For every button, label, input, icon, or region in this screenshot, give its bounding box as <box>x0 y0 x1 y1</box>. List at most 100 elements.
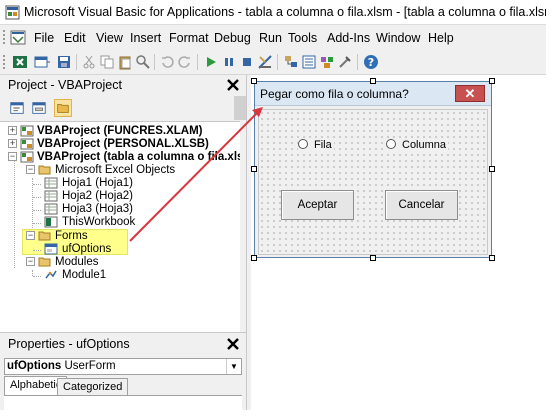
object-browser-icon[interactable] <box>319 54 335 70</box>
properties-grid[interactable] <box>4 395 242 410</box>
folder-open-icon <box>38 231 51 241</box>
tree-project-tabla[interactable]: VBAProject (tabla a columna o fila.xlsm) <box>37 151 240 164</box>
reset-icon[interactable] <box>239 54 255 70</box>
worksheet-icon <box>44 203 58 215</box>
view-object-icon[interactable] <box>30 99 48 117</box>
object-selector[interactable]: ufOptions UserForm ▼ <box>4 358 242 375</box>
toolbar-separator <box>197 54 198 70</box>
option-fila-label: Fila <box>314 139 332 151</box>
tree-sheet-1[interactable]: Hoja1 (Hoja1) <box>62 177 133 190</box>
vba-project-icon <box>20 125 34 137</box>
project-panel-header: Project - VBAProject <box>0 75 246 95</box>
menu-help[interactable]: Help <box>428 31 454 45</box>
close-icon[interactable] <box>224 76 242 94</box>
copy-icon[interactable] <box>99 54 115 70</box>
properties-window-icon[interactable] <box>301 54 317 70</box>
object-name: ufOptions <box>7 360 62 372</box>
collapse-toggle[interactable]: − <box>26 231 35 240</box>
toolbar-grip[interactable] <box>3 55 6 69</box>
toolbar-separator <box>154 54 155 70</box>
menu-run[interactable]: Run <box>259 31 282 45</box>
resize-handle[interactable] <box>489 78 495 84</box>
toolbar-separator <box>357 54 358 70</box>
menu-debug[interactable]: Debug <box>214 31 251 45</box>
tree-module1[interactable]: Module1 <box>62 269 106 282</box>
workbook-icon <box>44 216 58 228</box>
userform-close-button[interactable]: ✕ <box>455 85 485 102</box>
tree-project-funcres[interactable]: VBAProject (FUNCRES.XLAM) <box>37 125 202 138</box>
paste-icon[interactable] <box>117 54 133 70</box>
menubar-grip[interactable] <box>3 30 6 44</box>
undo-icon[interactable] <box>159 54 175 70</box>
project-tree: + VBAProject (FUNCRES.XLAM) + VBAProject… <box>0 121 240 336</box>
tree-sheet-2[interactable]: Hoja2 (Hoja2) <box>62 190 133 203</box>
menu-add-ins[interactable]: Add-Ins <box>327 31 370 45</box>
tree-ufoptions[interactable]: ufOptions <box>62 243 111 256</box>
tree-thisworkbook[interactable]: ThisWorkbook <box>62 216 135 229</box>
resize-handle[interactable] <box>251 166 257 172</box>
resize-handle[interactable] <box>251 78 257 84</box>
expand-toggle[interactable]: + <box>8 139 17 148</box>
toggle-folders-icon[interactable] <box>54 99 72 117</box>
tree-modules[interactable]: Modules <box>55 256 98 269</box>
resize-handle[interactable] <box>370 255 376 261</box>
menu-window[interactable]: Window <box>376 31 420 45</box>
window-title: Microsoft Visual Basic for Applications … <box>24 5 546 19</box>
radio-icon[interactable] <box>298 139 308 149</box>
radio-icon[interactable] <box>386 139 396 149</box>
tree-connector <box>33 184 41 185</box>
resize-handle[interactable] <box>489 166 495 172</box>
tree-project-personal[interactable]: VBAProject (PERSONAL.XLSB) <box>37 138 209 151</box>
userform-window[interactable]: Pegar como fila o columna? ✕ Fila Column… <box>254 81 492 258</box>
menu-tools[interactable]: Tools <box>288 31 317 45</box>
view-excel-icon[interactable] <box>12 54 28 70</box>
menu-insert[interactable]: Insert <box>130 31 161 45</box>
run-icon[interactable] <box>203 54 219 70</box>
resize-handle[interactable] <box>251 255 257 261</box>
find-icon[interactable] <box>135 54 151 70</box>
tree-sheet-3[interactable]: Hoja3 (Hoja3) <box>62 203 133 216</box>
collapse-toggle[interactable]: − <box>26 165 35 174</box>
vba-project-icon <box>20 151 34 163</box>
insert-userform-icon[interactable] <box>34 54 50 70</box>
save-icon[interactable] <box>56 54 72 70</box>
tree-forms[interactable]: Forms <box>55 230 88 243</box>
chevron-down-icon[interactable]: ▼ <box>226 359 241 374</box>
design-mode-icon[interactable] <box>257 54 273 70</box>
menu-edit[interactable]: Edit <box>64 31 86 45</box>
redo-icon[interactable] <box>177 54 193 70</box>
userform-titlebar: Pegar como fila o columna? ✕ <box>255 82 491 106</box>
project-explorer-icon[interactable] <box>283 54 299 70</box>
vba-app-icon <box>5 5 20 20</box>
toolbox-icon[interactable] <box>337 54 353 70</box>
view-code-icon[interactable] <box>8 99 26 117</box>
userform-caption: Pegar como fila o columna? <box>260 87 409 101</box>
svg-text:?: ? <box>368 56 374 69</box>
resize-handle[interactable] <box>370 78 376 84</box>
folder-open-icon <box>38 257 51 267</box>
project-scrollbar[interactable] <box>234 96 246 120</box>
close-icon[interactable] <box>224 335 242 353</box>
collapse-toggle[interactable]: − <box>8 152 17 161</box>
userform-grid[interactable]: Fila Columna Aceptar Cancelar <box>258 109 488 255</box>
cancelar-button[interactable]: Cancelar <box>385 190 458 220</box>
aceptar-button[interactable]: Aceptar <box>281 190 354 220</box>
menu-view[interactable]: View <box>96 31 123 45</box>
tree-excel-objects[interactable]: Microsoft Excel Objects <box>55 164 175 177</box>
expand-toggle[interactable]: + <box>8 126 17 135</box>
tree-connector <box>33 210 41 211</box>
collapse-toggle[interactable]: − <box>26 257 35 266</box>
tab-categorized[interactable]: Categorized <box>57 378 129 396</box>
option-columna-label: Columna <box>402 139 447 151</box>
menu-format[interactable]: Format <box>169 31 209 45</box>
vba-project-icon <box>20 138 34 150</box>
vba-document-icon[interactable] <box>10 30 26 45</box>
option-fila[interactable]: Fila <box>298 139 334 151</box>
break-icon[interactable] <box>221 54 237 70</box>
help-icon[interactable]: ? <box>363 54 379 70</box>
option-columna[interactable]: Columna <box>386 139 449 151</box>
project-panel-title: Project - VBAProject <box>8 78 122 92</box>
resize-handle[interactable] <box>489 255 495 261</box>
cut-icon[interactable] <box>81 54 97 70</box>
menu-file[interactable]: File <box>34 31 54 45</box>
